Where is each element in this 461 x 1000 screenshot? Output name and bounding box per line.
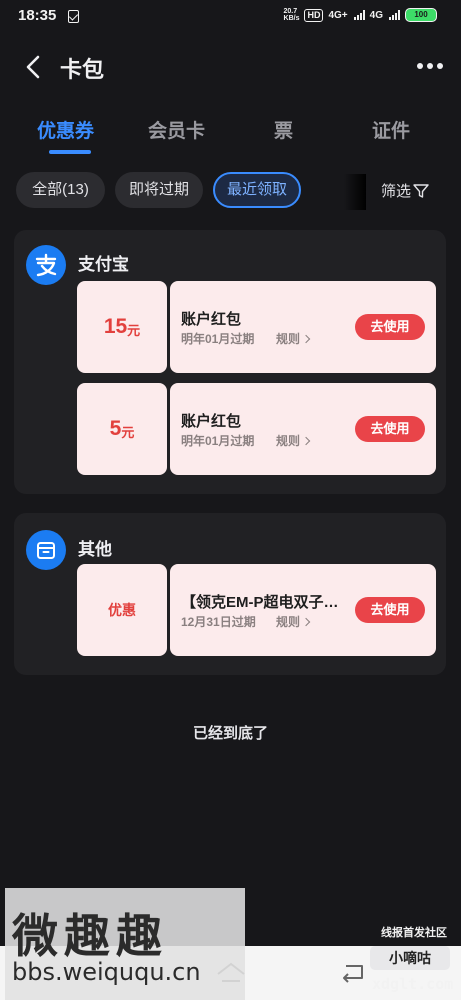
tab-ids[interactable]: 证件 — [372, 116, 410, 143]
filter-button[interactable]: 筛选 — [381, 180, 429, 201]
coupon-card[interactable]: 15 元 账户红包 明年01月过期 规则 去使用 — [77, 281, 436, 373]
coupon-expiry: 12月31日过期 — [181, 615, 256, 629]
coupon-detail: 账户红包 明年01月过期 规则 去使用 — [170, 281, 436, 373]
coupon-card[interactable]: 优惠 【领克EM-P超电双子… 12月31日过期 规则 去使用 — [77, 564, 436, 656]
battery-icon: 100 — [405, 8, 437, 22]
alipay-icon — [26, 245, 66, 285]
coupon-expiry: 明年01月过期 — [181, 434, 255, 448]
tab-underline — [49, 150, 91, 154]
watermark-badge: 小嘀咕 — [370, 946, 450, 970]
filter-label: 筛选 — [381, 183, 412, 200]
page-title: 卡包 — [60, 57, 105, 82]
tab-membership[interactable]: 会员卡 — [148, 116, 205, 143]
end-of-list-text: 已经到底了 — [192, 725, 268, 742]
chip-scroll-fade — [344, 174, 366, 210]
coupon-detail: 【领克EM-P超电双子… 12月31日过期 规则 去使用 — [170, 564, 436, 656]
network-type-1: 4G+ — [328, 9, 348, 21]
use-button[interactable]: 去使用 — [355, 416, 425, 442]
watermark-label: 线报首发社区 — [381, 927, 447, 939]
notification-check-icon — [68, 10, 79, 23]
coupon-amount: 15 元 — [77, 281, 167, 373]
funnel-icon — [413, 183, 429, 198]
coupon-detail: 账户红包 明年01月过期 规则 去使用 — [170, 383, 436, 475]
box-icon — [26, 530, 66, 570]
signal-icon — [353, 10, 365, 20]
coupon-title: 账户红包 — [181, 413, 242, 430]
watermark-site: xdglt.com — [372, 975, 454, 993]
coupon-expiry: 明年01月过期 — [181, 332, 255, 346]
coupon-rule-link[interactable]: 规则 — [276, 613, 311, 630]
coupon-group-alipay: 支付宝 15 元 账户红包 明年01月过期 规则 去使用 5元 账户红包 明年01… — [14, 230, 446, 494]
use-button[interactable]: 去使用 — [355, 314, 425, 340]
coupon-card[interactable]: 5元 账户红包 明年01月过期 规则 去使用 — [77, 383, 436, 475]
use-button[interactable]: 去使用 — [355, 597, 425, 623]
hd-badge: HD — [304, 8, 324, 22]
chip-recent[interactable]: 最近领取 — [213, 172, 301, 208]
more-dots-icon[interactable] — [417, 63, 443, 69]
tab-coupons[interactable]: 优惠券 — [37, 116, 94, 143]
tab-tickets[interactable]: 票 — [274, 116, 293, 143]
coupon-title: 【领克EM-P超电双子… — [181, 594, 339, 611]
status-time: 18:35 — [18, 7, 57, 24]
chevron-left-icon[interactable] — [22, 55, 46, 79]
status-indicators: 20.7 KB/s HD 4G+ 4G 100 — [284, 8, 437, 22]
chevron-right-icon — [301, 617, 311, 626]
network-speed: 20.7 KB/s — [283, 8, 300, 22]
chevron-right-icon — [301, 334, 311, 343]
coupon-rule-link[interactable]: 规则 — [276, 330, 311, 347]
chevron-right-icon — [301, 436, 311, 445]
group-name: 支付宝 — [78, 255, 129, 274]
network-type-2: 4G — [369, 9, 383, 21]
watermark-title: 微趣趣 — [12, 909, 168, 963]
coupon-amount: 优惠 — [77, 564, 167, 656]
status-bar: 18:35 20.7 KB/s HD 4G+ 4G 100 — [0, 0, 461, 34]
watermark-url: bbs.weiququ.cn — [12, 958, 201, 986]
tab-bar: 优惠券 会员卡 票 证件 — [0, 112, 461, 158]
group-name: 其他 — [78, 540, 112, 559]
signal-icon-2 — [389, 10, 400, 20]
coupon-amount: 5元 — [77, 383, 167, 475]
chip-all[interactable]: 全部(13) — [16, 172, 105, 208]
coupon-rule-link[interactable]: 规则 — [276, 432, 311, 449]
back-nav-icon[interactable] — [340, 962, 366, 984]
coupon-group-other: 其他 优惠 【领克EM-P超电双子… 12月31日过期 规则 去使用 — [14, 513, 446, 675]
coupon-title: 账户红包 — [181, 311, 242, 328]
chip-expiring[interactable]: 即将过期 — [115, 172, 203, 208]
